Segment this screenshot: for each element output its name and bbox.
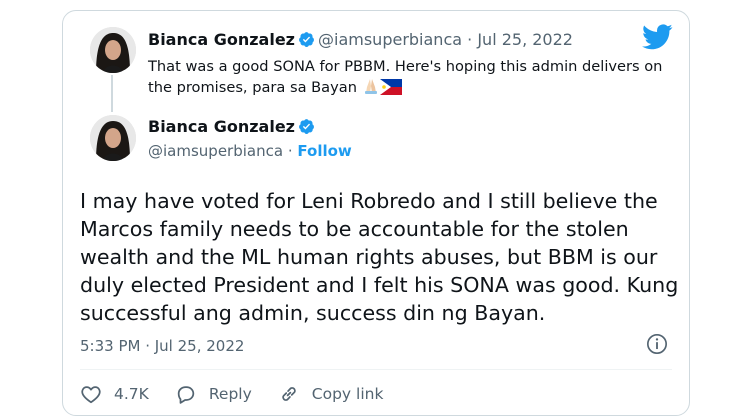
divider bbox=[80, 369, 672, 370]
info-icon[interactable] bbox=[646, 333, 668, 355]
separator-dot: · bbox=[287, 142, 293, 160]
folded-hands-emoji bbox=[364, 79, 377, 94]
like-button[interactable]: 4.7K bbox=[80, 383, 149, 405]
separator-dot: · bbox=[467, 30, 473, 49]
verified-badge-icon bbox=[299, 32, 314, 47]
action-bar: 4.7K Reply Copy link bbox=[80, 383, 409, 405]
twitter-bird-icon[interactable] bbox=[642, 24, 673, 50]
author-handle[interactable]: @iamsuperbianca bbox=[318, 30, 462, 49]
avatar[interactable] bbox=[90, 115, 136, 161]
main-tweet-header: Bianca Gonzalez bbox=[148, 117, 318, 136]
author-name[interactable]: Bianca Gonzalez bbox=[148, 117, 295, 136]
follow-button[interactable]: Follow bbox=[297, 142, 351, 160]
author-name[interactable]: Bianca Gonzalez bbox=[148, 30, 295, 49]
speech-bubble-icon bbox=[177, 386, 195, 404]
avatar[interactable] bbox=[90, 27, 136, 73]
tweet-date[interactable]: Jul 25, 2022 bbox=[477, 30, 573, 49]
quoted-tweet-text-content: That was a good SONA for PBBM. Here's ho… bbox=[148, 58, 663, 96]
thread-connector-line bbox=[111, 75, 113, 112]
author-handle[interactable]: @iamsuperbianca bbox=[148, 142, 283, 160]
tweet-timestamp[interactable]: 5:33 PM · Jul 25, 2022 bbox=[80, 337, 244, 355]
like-count: 4.7K bbox=[114, 385, 149, 403]
reply-button[interactable]: Reply bbox=[175, 383, 252, 405]
copy-link-button[interactable]: Copy link bbox=[278, 383, 384, 405]
reply-label: Reply bbox=[208, 385, 252, 403]
quoted-tweet-header: Bianca Gonzalez @iamsuperbianca · Jul 25… bbox=[148, 30, 573, 49]
tweet-embed-card: Bianca Gonzalez @iamsuperbianca · Jul 25… bbox=[62, 10, 690, 416]
main-tweet-handle-row: @iamsuperbianca · Follow bbox=[148, 142, 352, 160]
link-icon bbox=[282, 387, 296, 401]
philippines-flag-emoji bbox=[379, 79, 402, 95]
copy-link-label: Copy link bbox=[311, 385, 384, 403]
heart-icon bbox=[81, 386, 101, 404]
quoted-tweet-text: That was a good SONA for PBBM. Here's ho… bbox=[148, 57, 668, 98]
verified-badge-icon bbox=[299, 119, 314, 134]
tweet-text: I may have voted for Leni Robredo and I … bbox=[80, 189, 679, 325]
